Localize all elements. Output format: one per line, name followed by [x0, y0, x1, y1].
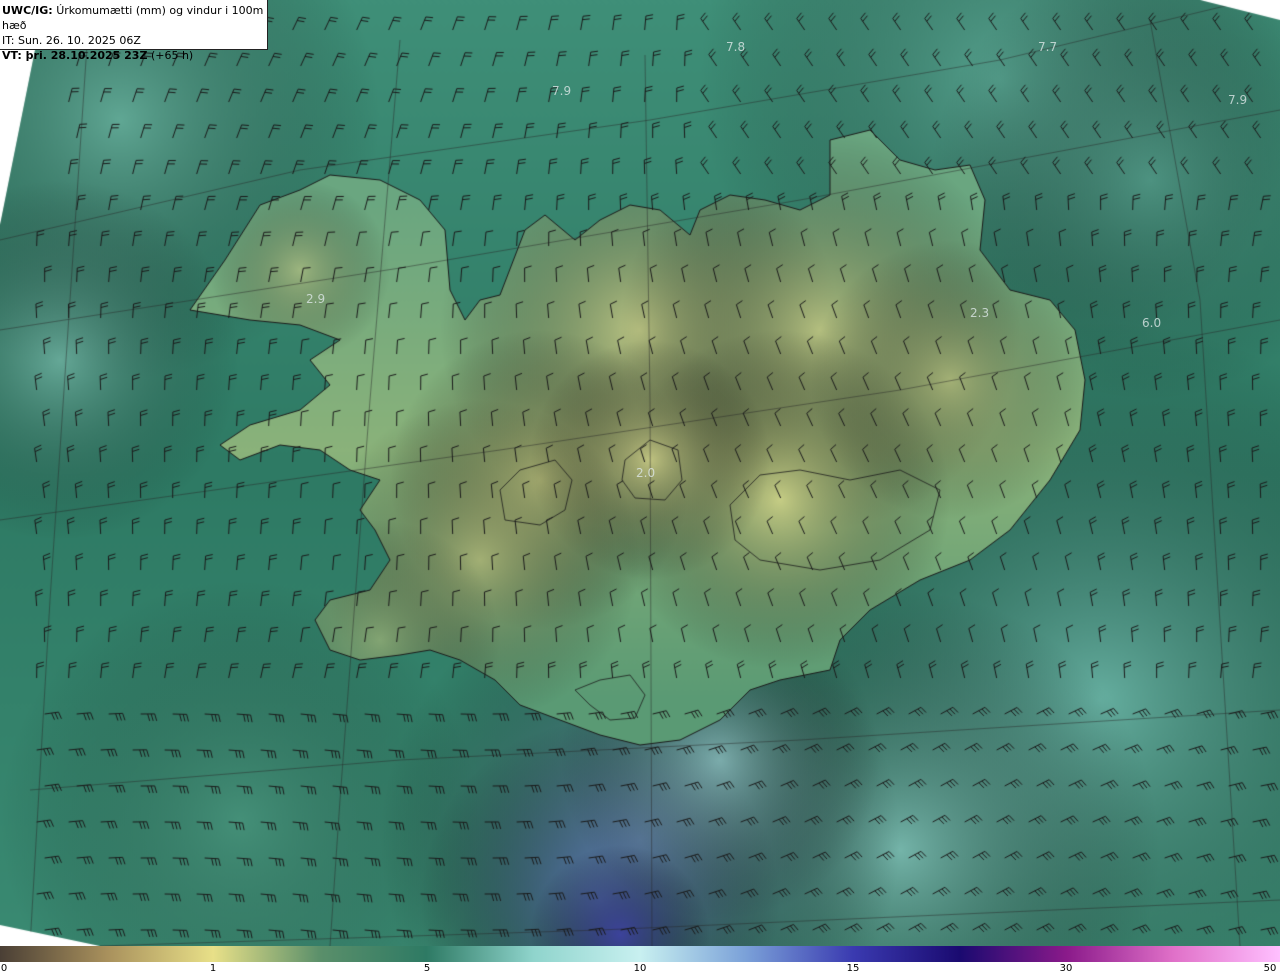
- title-line: UWC/IG: Úrkomumætti (mm) og vindur i 100…: [2, 3, 267, 33]
- colorbar-tick: 30: [1059, 963, 1073, 974]
- colorbar-tick: 5: [423, 963, 431, 974]
- init-time: IT: Sun. 26. 10. 2025 06Z: [2, 34, 141, 47]
- model-name: UWC/IG:: [2, 4, 53, 17]
- colorbar-tick: 1: [209, 963, 217, 974]
- colorbar-tick: 10: [633, 963, 647, 974]
- colorbar-tick: 15: [846, 963, 860, 974]
- colorbar-tick-labels: 0 1 5 10 15 30 50: [0, 962, 1280, 978]
- colorbar: [0, 946, 1280, 962]
- lead-time: (+65 h): [150, 49, 194, 62]
- valid-time: VT: þri. 28.10.2025 23Z: [2, 49, 148, 62]
- valid-time-line: VT: þri. 28.10.2025 23Z (+65 h): [2, 48, 267, 63]
- colorbar-tick: 50: [1263, 963, 1277, 974]
- colorbar-tick: 0: [0, 963, 8, 974]
- map-info-box: UWC/IG: Úrkomumætti (mm) og vindur i 100…: [0, 0, 268, 62]
- precipitation-wind-map: [0, 0, 1280, 946]
